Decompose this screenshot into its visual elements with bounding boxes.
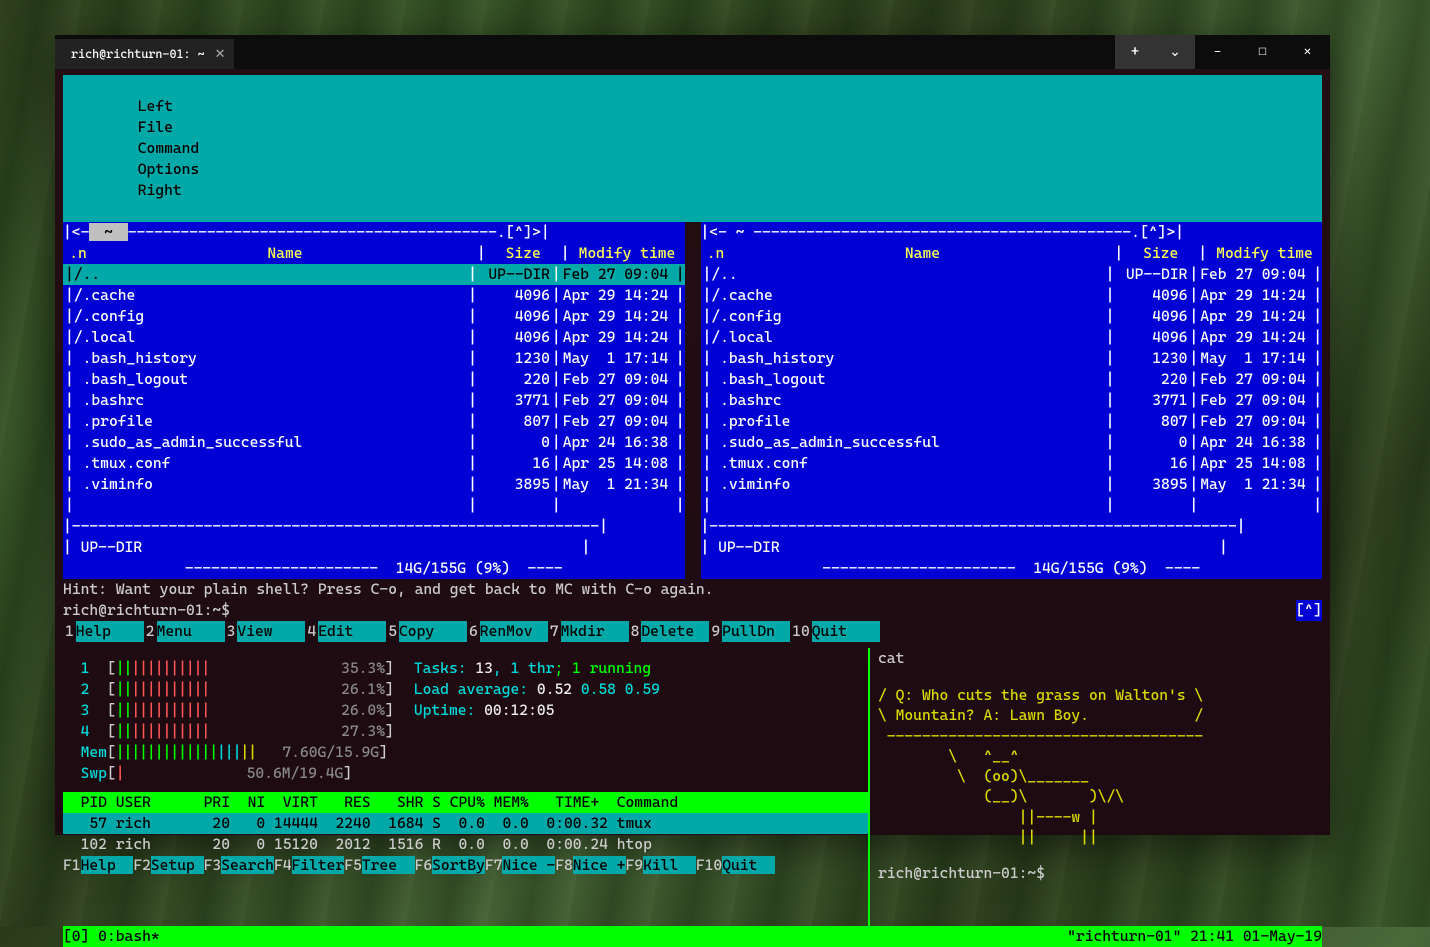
htop-mem: Mem[|||||||||||||||||| 7.60G/15.9G] xyxy=(63,742,394,763)
mc-file-row[interactable]: | .bash_logout|220|Feb 27 09:04| xyxy=(63,369,685,390)
mc-file-row[interactable]: | .tmux.conf|16|Apr 25 14:08| xyxy=(701,453,1323,474)
mc-file-row[interactable]: | .sudo_as_admin_successful|0|Apr 24 16:… xyxy=(63,432,685,453)
tmux-status-right: "richturn-01" 21:41 01-May-19 xyxy=(1067,926,1322,947)
htop-fkey-kill[interactable]: F9Kill xyxy=(626,855,696,876)
shell-prompt[interactable]: rich@richturn-01:~$ xyxy=(878,863,1322,884)
htop-fkey-search[interactable]: F3Search xyxy=(204,855,274,876)
tmux-status-left[interactable]: [0] 0:bash* xyxy=(63,926,1067,947)
mc-menu-left[interactable]: Left xyxy=(120,96,191,117)
mc-fkey-view[interactable]: 3View xyxy=(225,621,306,642)
mc-file-row[interactable]: |/.cache|4096|Apr 29 14:24| xyxy=(701,285,1323,306)
shell-pane[interactable]: cat / Q: Who cuts the grass on Walton's … xyxy=(868,648,1322,926)
htop-pane[interactable]: 1 [|||||||||||| 35.3%] 2 [|||||||||||| 2… xyxy=(63,648,868,926)
htop-cpu-4: 4 [|||||||||||| 27.3%] xyxy=(63,721,394,742)
cowsay-output: / Q: Who cuts the grass on Walton's \ \ … xyxy=(878,685,1322,847)
mc-fkey-renmov[interactable]: 6RenMov xyxy=(467,621,548,642)
mc-fkey-menu[interactable]: 2Menu xyxy=(144,621,225,642)
new-tab-region: + ⌄ xyxy=(1115,35,1195,69)
htop-fkeys: F1Help F2Setup F3SearchF4FilterF5Tree F6… xyxy=(63,855,868,876)
mc-panel-left[interactable]: |<- ~ ----------------------------------… xyxy=(63,222,685,579)
mc-fkey-mkdir[interactable]: 7Mkdir xyxy=(548,621,629,642)
htop-fkey-setup[interactable]: F2Setup xyxy=(133,855,203,876)
cowsay-cmd: cat xyxy=(878,648,1322,669)
new-tab-button[interactable]: + xyxy=(1115,35,1155,69)
mc-file-row[interactable]: |/.config|4096|Apr 29 14:24| xyxy=(701,306,1323,327)
minimize-button[interactable]: — xyxy=(1195,35,1240,69)
htop-fkey-quit[interactable]: F10Quit xyxy=(696,855,775,876)
htop-rows: 57 rich 20 0 14444 2240 1684 S 0.0 0.0 0… xyxy=(63,813,868,855)
htop-meters: 1 [|||||||||||| 35.3%] 2 [|||||||||||| 2… xyxy=(63,658,868,784)
mc-file-row[interactable]: | .bash_history|1230|May 1 17:14| xyxy=(701,348,1323,369)
htop-swp: Swp[| 50.6M/19.4G] xyxy=(63,763,394,784)
mc-file-row[interactable]: | .bashrc|3771|Feb 27 09:04| xyxy=(701,390,1323,411)
mc-menu-right[interactable]: Right xyxy=(120,180,200,201)
htop-load: Load average: 0.52 0.58 0.59 xyxy=(414,679,660,700)
mc-menu-command[interactable]: Command xyxy=(120,138,218,159)
mc-fkey-copy[interactable]: 5Copy xyxy=(386,621,467,642)
mc-file-row[interactable]: |/.cache|4096|Apr 29 14:24| xyxy=(63,285,685,306)
htop-fkey-tree[interactable]: F5Tree xyxy=(344,855,414,876)
window-tab[interactable]: rich@richturn-01: ~ ✕ xyxy=(55,39,234,69)
mc-file-row[interactable]: |/.local|4096|Apr 29 14:24| xyxy=(63,327,685,348)
mc-fkey-edit[interactable]: 4Edit xyxy=(305,621,386,642)
mc-shell-prompt[interactable]: rich@richturn-01:~$ [^] xyxy=(63,600,1322,621)
mc-prompt-bracket[interactable]: [^] xyxy=(1296,600,1322,621)
titlebar[interactable]: rich@richturn-01: ~ ✕ + ⌄ — ☐ ✕ xyxy=(55,35,1330,69)
htop-fkey-nice -[interactable]: F7Nice - xyxy=(485,855,555,876)
htop-cpu-1: 1 [|||||||||||| 35.3%] xyxy=(63,658,394,679)
mc-file-row[interactable]: | .profile|807|Feb 27 09:04| xyxy=(701,411,1323,432)
mc-panels: |<- ~ ----------------------------------… xyxy=(63,222,1322,579)
mc-file-row[interactable]: | .viminfo|3895|May 1 21:34| xyxy=(701,474,1323,495)
mc-file-row[interactable]: | .profile|807|Feb 27 09:04| xyxy=(63,411,685,432)
mc-fkey-help[interactable]: 1Help xyxy=(63,621,144,642)
mc-file-row[interactable]: | .tmux.conf|16|Apr 25 14:08| xyxy=(63,453,685,474)
mc-file-row[interactable]: |/..|UP--DIR|Feb 27 09:04| xyxy=(701,264,1323,285)
terminal-viewport[interactable]: Left File Command Options Right |<- ~ --… xyxy=(55,69,1330,835)
htop-fkey-help[interactable]: F1Help xyxy=(63,855,133,876)
mc-file-row[interactable]: |/.local|4096|Apr 29 14:24| xyxy=(701,327,1323,348)
mc-file-row[interactable]: |/.config|4096|Apr 29 14:24| xyxy=(63,306,685,327)
mc-file-row[interactable]: | .sudo_as_admin_successful|0|Apr 24 16:… xyxy=(701,432,1323,453)
tab-dropdown-button[interactable]: ⌄ xyxy=(1155,35,1195,69)
htop-header[interactable]: PID USER PRI NI VIRT RES SHR S CPU% MEM%… xyxy=(63,792,868,813)
mc-fkey-quit[interactable]: 10Quit xyxy=(790,621,880,642)
htop-cpu-2: 2 [|||||||||||| 26.1%] xyxy=(63,679,394,700)
htop-fkey-sortby[interactable]: F6SortBy xyxy=(415,855,485,876)
htop-process-row[interactable]: 102 rich 20 0 15120 2012 1516 R 0.0 0.0 … xyxy=(63,834,868,855)
htop-fkey-nice +[interactable]: F8Nice + xyxy=(555,855,625,876)
mc-file-row[interactable]: |/..|UP--DIR|Feb 27 09:04| xyxy=(63,264,685,285)
maximize-button[interactable]: ☐ xyxy=(1240,35,1285,69)
close-window-button[interactable]: ✕ xyxy=(1285,35,1330,69)
mc-fkeys: 1Help 2Menu 3View 4Edit 5Copy 6RenMov 7M… xyxy=(63,621,1322,642)
mc-file-row[interactable]: | .bash_logout|220|Feb 27 09:04| xyxy=(701,369,1323,390)
mc-fkey-delete[interactable]: 8Delete xyxy=(629,621,710,642)
mc-menu-bar[interactable]: Left File Command Options Right xyxy=(63,75,1322,222)
mc-menu-file[interactable]: File xyxy=(120,117,191,138)
tab-title: rich@richturn-01: ~ xyxy=(71,47,205,61)
mc-hint: Hint: Want your plain shell? Press C-o, … xyxy=(63,579,1322,600)
mc-file-row[interactable]: | .bashrc|3771|Feb 27 09:04| xyxy=(63,390,685,411)
mc-fkey-pulldn[interactable]: 9PullDn xyxy=(709,621,790,642)
tmux-status-bar[interactable]: [0] 0:bash* "richturn-01" 21:41 01-May-1… xyxy=(63,926,1322,947)
mc-file-row[interactable]: | .viminfo|3895|May 1 21:34| xyxy=(63,474,685,495)
tmux-split: 1 [|||||||||||| 35.3%] 2 [|||||||||||| 2… xyxy=(63,648,1322,926)
htop-tasks: Tasks: 13, 1 thr; 1 running xyxy=(414,658,660,679)
close-tab-icon[interactable]: ✕ xyxy=(215,47,226,62)
terminal-window: rich@richturn-01: ~ ✕ + ⌄ — ☐ ✕ Left Fil… xyxy=(55,35,1330,835)
mc-panel-right[interactable]: |<- ~ ----------------------------------… xyxy=(701,222,1323,579)
mc-file-row[interactable]: | .bash_history|1230|May 1 17:14| xyxy=(63,348,685,369)
htop-process-row[interactable]: 57 rich 20 0 14444 2240 1684 S 0.0 0.0 0… xyxy=(63,813,868,834)
mc-menu-options[interactable]: Options xyxy=(120,159,218,180)
htop-uptime: Uptime: 00:12:05 xyxy=(414,700,660,721)
htop-cpu-3: 3 [|||||||||||| 26.0%] xyxy=(63,700,394,721)
mc-prompt-text: rich@richturn-01:~$ xyxy=(63,600,230,621)
htop-fkey-filter[interactable]: F4Filter xyxy=(274,855,344,876)
